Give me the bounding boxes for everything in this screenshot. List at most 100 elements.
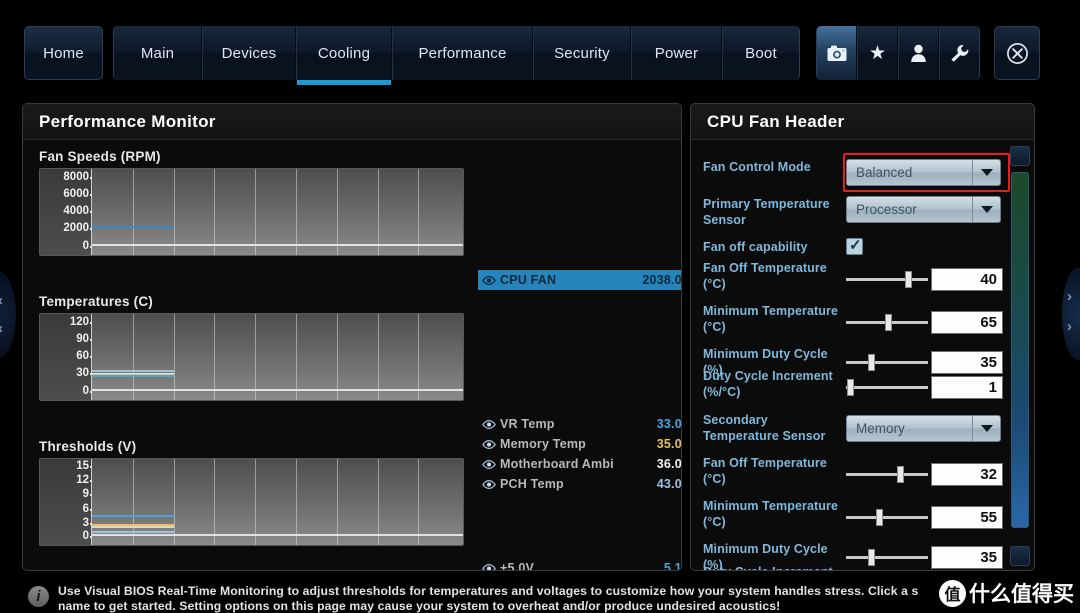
top-navigation: Home Main Devices Cooling Performance Se…	[0, 26, 1080, 85]
tab-home[interactable]: Home	[24, 26, 103, 80]
user-button[interactable]	[898, 26, 939, 80]
tab-security[interactable]: Security	[533, 26, 631, 80]
tools-button[interactable]	[939, 26, 980, 80]
legend-label: Memory Temp	[500, 437, 587, 451]
duty-inc-value[interactable]: 1	[931, 376, 1003, 399]
legend-row[interactable]: CPU FAN 2038.00	[478, 270, 681, 290]
camera-icon	[827, 45, 846, 61]
sec-min-temp-slider[interactable]	[846, 506, 928, 528]
fan-off-capability-checkbox[interactable]	[846, 236, 863, 255]
footer-help: i Use Visual BIOS Real-Time Monitoring t…	[22, 578, 1058, 613]
tab-cooling[interactable]: Cooling	[296, 26, 392, 85]
min-temp-label: Minimum Temperature (°C)	[703, 304, 839, 334]
sec-min-temp-label: Minimum Temperature (°C)	[703, 499, 839, 529]
tab-home-label: Home	[43, 44, 84, 62]
tab-boot[interactable]: Boot	[722, 26, 800, 80]
chart-fan-speeds-title: Fan Speeds (RPM)	[39, 149, 161, 164]
series-line-sdram	[92, 526, 174, 529]
series-line-vr-temp	[92, 375, 174, 378]
primary-sensor-select[interactable]: Processor	[846, 196, 1001, 223]
sec-duty-inc-label: Duty Cycle Increment	[691, 564, 846, 570]
series-line-pch-temp	[92, 369, 174, 372]
favorites-button[interactable]: ★	[857, 26, 898, 80]
duty-inc-slider[interactable]	[846, 376, 928, 398]
close-button[interactable]	[994, 26, 1040, 80]
tab-devices[interactable]: Devices	[202, 26, 296, 80]
eye-icon[interactable]	[478, 419, 500, 429]
eye-icon[interactable]	[478, 479, 500, 489]
chart-temperatures-frame: 120 90 60 30 0	[39, 313, 464, 401]
eye-icon[interactable]	[478, 439, 500, 449]
field-secondary-temperature-sensor: Secondary Temperature Sensor Memory	[691, 412, 1001, 444]
fan-control-mode-value: Balanced	[856, 165, 913, 180]
eye-icon[interactable]	[478, 275, 500, 285]
sec-min-temp-value[interactable]: 55	[931, 506, 1003, 529]
ytick: 8000	[63, 170, 98, 183]
min-temp-slider[interactable]	[846, 311, 928, 333]
ytick: 30	[76, 367, 98, 380]
chart-thresholds-yaxis: 15 12 9 6 3 0	[40, 459, 100, 545]
legend-thresholds: +5.0V 5.10 +3.3V 3.27 SDRAM 1.17 CPU1 IN…	[478, 558, 681, 570]
performance-monitor-panel: Performance Monitor Fan Speeds (RPM) 800…	[22, 103, 682, 571]
prev-page-arrow[interactable]: ‹ ‹	[0, 272, 16, 358]
fan-off-temp-label: Fan Off Temperature (°C)	[703, 261, 827, 291]
cpu-fan-header-panel: CPU Fan Header Fan Control Mode Balanced…	[690, 103, 1035, 571]
legend-label: VR Temp	[500, 417, 555, 431]
tab-boot-label: Boot	[745, 44, 777, 62]
legend-label: PCH Temp	[500, 477, 564, 491]
sec-min-duty-slider[interactable]	[846, 546, 928, 568]
chevron-right-icon-2: ›	[1067, 318, 1072, 335]
eye-icon[interactable]	[478, 459, 500, 469]
legend-row[interactable]: PCH Temp 43.00	[478, 474, 682, 494]
tab-power[interactable]: Power	[631, 26, 722, 80]
chevron-down-icon[interactable]	[972, 197, 1000, 222]
min-temp-value[interactable]: 65	[931, 311, 1003, 334]
screenshot-button[interactable]	[816, 26, 857, 80]
field-sec-fan-off-temperature: Fan Off Temperature (°C) 32	[691, 455, 1003, 487]
legend-label: Motherboard Ambi	[500, 457, 614, 471]
legend-row[interactable]: VR Temp 33.00	[478, 414, 682, 434]
chart-thresholds-plot	[92, 459, 463, 545]
ytick: 15	[76, 459, 98, 472]
fan-off-temp-slider[interactable]	[846, 268, 928, 290]
user-icon	[911, 44, 926, 62]
fan-off-temp-value[interactable]: 40	[931, 268, 1003, 291]
field-primary-temperature-sensor: Primary Temperature Sensor Processor	[691, 196, 1001, 228]
footer-line-1: Use Visual BIOS Real-Time Monitoring to …	[58, 584, 919, 598]
legend-row[interactable]: Motherboard Ambi 36.00	[478, 454, 681, 474]
series-line-cpu-fan	[92, 226, 174, 229]
chevron-left-icon-2: ‹	[0, 320, 3, 337]
tab-cooling-label: Cooling	[317, 44, 371, 62]
watermark: 值 什么值得买	[939, 578, 1074, 608]
chart-fan-speeds-frame: 8000 6000 4000 2000 0	[39, 168, 464, 256]
eye-icon[interactable]	[478, 563, 500, 570]
sec-min-duty-value[interactable]: 35	[931, 545, 1003, 569]
chart-fan-speeds-plot	[92, 169, 463, 255]
scrollbar-thumb[interactable]	[1011, 172, 1029, 528]
fan-control-mode-select[interactable]: Balanced	[846, 159, 1001, 186]
tab-main[interactable]: Main	[113, 26, 202, 80]
chart-temperatures-plot	[92, 314, 463, 400]
scroll-down-button[interactable]	[1010, 546, 1030, 566]
legend-row[interactable]: Memory Temp 35.00	[478, 434, 681, 454]
legend-value: 43.00	[656, 477, 682, 491]
chevron-down-icon[interactable]	[972, 416, 1000, 441]
ytick: 0	[82, 239, 100, 252]
scroll-up-button[interactable]	[1010, 146, 1030, 166]
fan-panel-scrollbar[interactable]	[1010, 146, 1030, 566]
legend-row[interactable]: +5.0V 5.10	[478, 558, 681, 570]
sec-fan-off-temp-value[interactable]: 32	[931, 463, 1003, 486]
tab-performance[interactable]: Performance	[392, 26, 533, 80]
secondary-sensor-select[interactable]: Memory	[846, 415, 1001, 442]
chart-fan-speeds: Fan Speeds (RPM) 8000 6000 4000 2000 0	[39, 149, 464, 256]
next-page-arrow[interactable]: › ›	[1062, 268, 1080, 360]
legend-value: 33.00	[656, 417, 682, 431]
field-minimum-temperature: Minimum Temperature (°C) 65	[691, 303, 1003, 335]
toolbar-icons: ★	[816, 26, 980, 80]
tab-power-label: Power	[654, 44, 699, 62]
watermark-badge: 值	[939, 579, 966, 607]
duty-inc-label: Duty Cycle Increment (%/°C)	[703, 369, 833, 399]
sec-fan-off-temp-slider[interactable]	[846, 463, 928, 485]
info-icon: i	[28, 586, 49, 607]
chevron-down-icon[interactable]	[972, 160, 1000, 185]
